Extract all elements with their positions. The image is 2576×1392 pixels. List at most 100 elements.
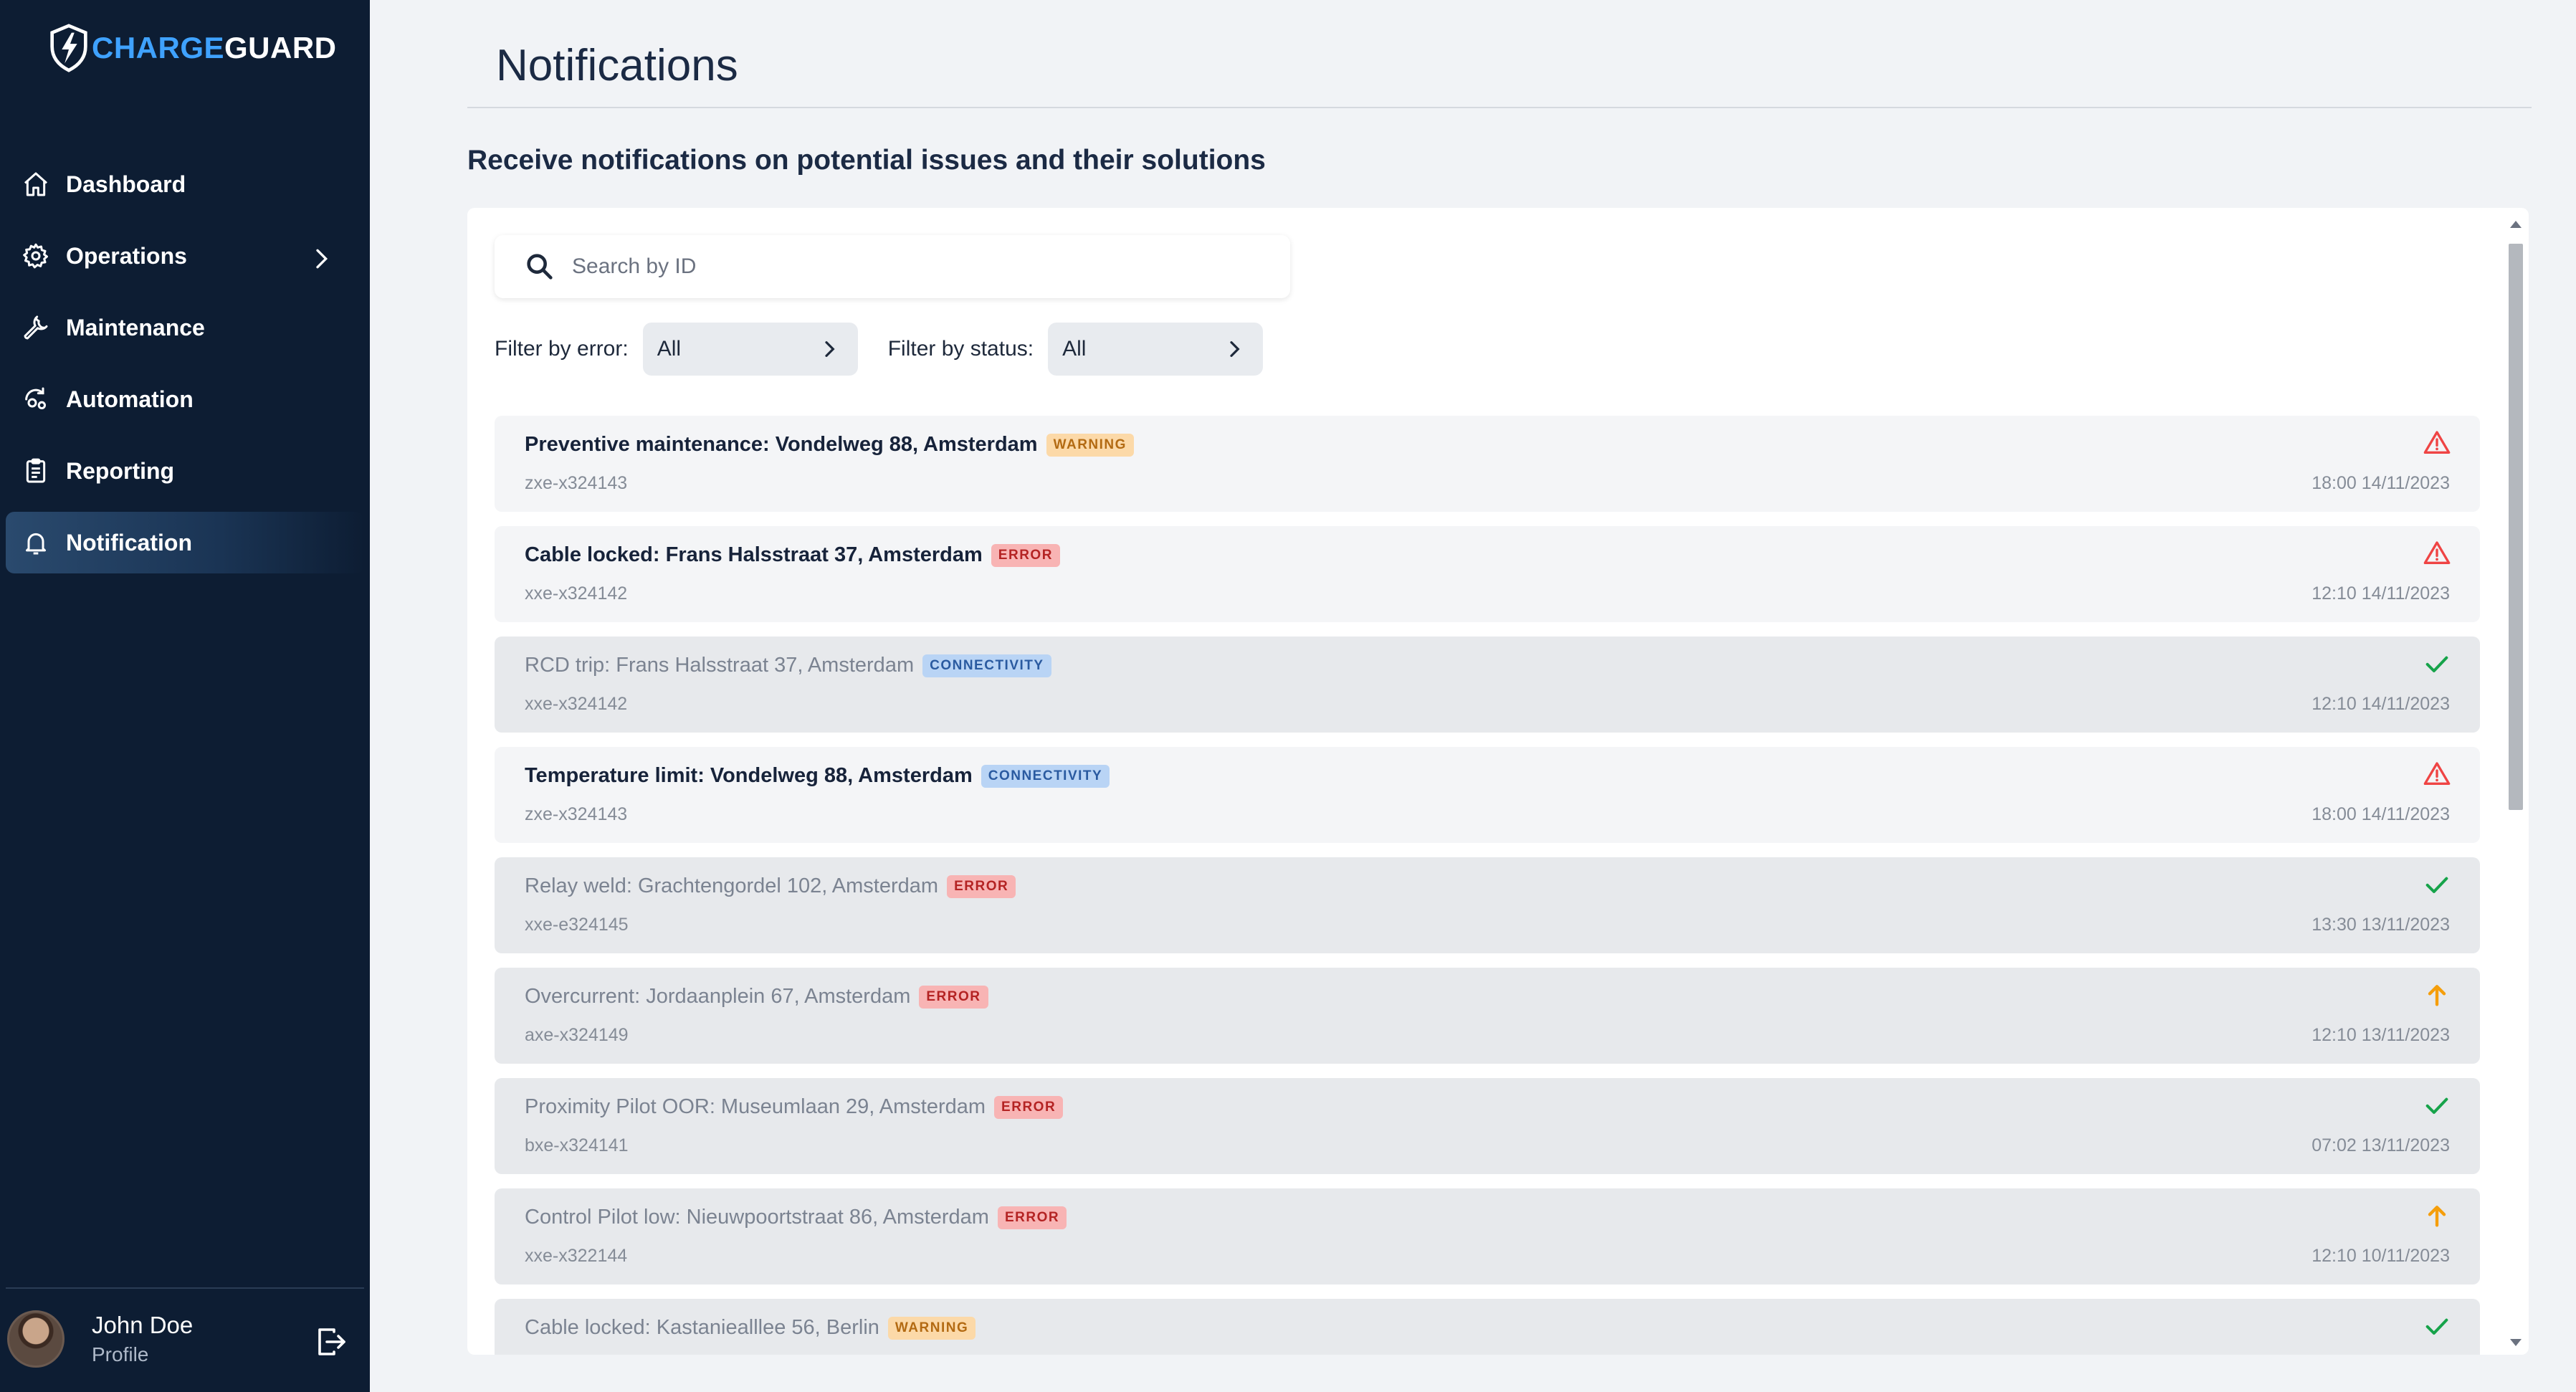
- page-subtitle: Receive notifications on potential issue…: [467, 145, 1266, 176]
- notification-timestamp: 07:02 13/11/2023: [2312, 1135, 2450, 1155]
- notification-title-line: Control Pilot low: Nieuwpoortstraat 86, …: [525, 1206, 1067, 1229]
- notification-id: xxe-x322144: [525, 1246, 628, 1266]
- user-name: John Doe: [92, 1312, 194, 1338]
- sidebar-item-automation[interactable]: Automation: [6, 368, 364, 430]
- notification-title: Control Pilot low: Nieuwpoortstraat 86, …: [525, 1206, 989, 1229]
- brand-name-part2: GUARD: [224, 31, 337, 65]
- notification-row[interactable]: Preventive maintenance: Vondelweg 88, Am…: [495, 416, 2480, 512]
- warning-triangle-icon: [2423, 762, 2451, 785]
- notification-timestamp: 12:10 14/11/2023: [2312, 583, 2450, 604]
- sidebar-divider: [6, 1287, 364, 1289]
- notification-badge: ERROR: [994, 1095, 1064, 1119]
- sidebar-item-label: Notification: [66, 529, 192, 556]
- notification-row[interactable]: Control Pilot low: Nieuwpoortstraat 86, …: [495, 1188, 2480, 1284]
- notification-title: Relay weld: Grachtengordel 102, Amsterda…: [525, 874, 939, 897]
- notification-row[interactable]: RCD trip: Frans Halsstraat 37, Amsterdam…: [495, 637, 2480, 733]
- avatar[interactable]: [7, 1310, 65, 1368]
- chevron-right-icon: [316, 249, 328, 269]
- filter-bar: Filter by error: All Filter by status: A…: [495, 323, 1293, 376]
- filter-status-label: Filter by status:: [887, 337, 1034, 361]
- sidebar-item-dashboard[interactable]: Dashboard: [6, 153, 364, 215]
- sidebar-item-label: Dashboard: [66, 171, 186, 197]
- brand-logo[interactable]: CHARGEGUARD: [47, 23, 337, 73]
- sidebar-item-notification[interactable]: Notification: [6, 512, 364, 573]
- notification-id: xxe-e324145: [525, 915, 629, 935]
- notification-row[interactable]: Temperature limit: Vondelweg 88, Amsterd…: [495, 747, 2480, 843]
- filter-status-value: All: [1062, 337, 1087, 361]
- filter-error-value: All: [657, 337, 682, 361]
- notification-title: RCD trip: Frans Halsstraat 37, Amsterdam: [525, 654, 915, 677]
- notification-badge: ERROR: [997, 1206, 1067, 1229]
- notification-row[interactable]: Cable locked: Kastaniealllee 56, Berlin W…: [495, 1299, 2480, 1355]
- automation-icon: [25, 387, 46, 409]
- notifications-panel: Filter by error: All Filter by status: A…: [467, 208, 2529, 1355]
- notification-badge: WARNING: [1046, 433, 1134, 457]
- warning-triangle-icon: [2423, 541, 2451, 564]
- notification-badge: WARNING: [887, 1316, 976, 1340]
- notification-title-line: RCD trip: Frans Halsstraat 37, Amsterdam…: [525, 654, 1051, 677]
- search-icon: [527, 254, 553, 280]
- bell-icon: [26, 533, 46, 555]
- notification-title: Proximity Pilot OOR: Museumlaan 29, Amst…: [525, 1095, 986, 1118]
- scroll-up-arrow[interactable]: [2510, 221, 2522, 228]
- sidebar-item-label: Reporting: [66, 457, 175, 484]
- notification-badge: CONNECTIVITY: [981, 764, 1110, 788]
- notification-timestamp: 18:00 14/11/2023: [2312, 804, 2450, 824]
- notification-row[interactable]: Cable locked: Frans Halsstraat 37, Amste…: [495, 526, 2480, 622]
- checkmark-icon: [2425, 656, 2448, 672]
- notification-title: Overcurrent: Jordaanplein 67, Amsterdam: [525, 985, 911, 1008]
- search-input[interactable]: [572, 254, 1217, 279]
- clipboard-icon: [26, 458, 46, 483]
- notification-badge: ERROR: [919, 985, 988, 1009]
- notification-title-line: Preventive maintenance: Vondelweg 88, Am…: [525, 433, 1134, 457]
- warning-triangle-icon: [2423, 431, 2451, 454]
- notification-timestamp: 12:10 13/11/2023: [2312, 1025, 2450, 1045]
- page-title: Notifications: [496, 41, 738, 90]
- notification-title-line: Proximity Pilot OOR: Museumlaan 29, Amst…: [525, 1095, 1064, 1119]
- checkmark-icon: [2425, 1097, 2448, 1114]
- notification-row[interactable]: Proximity Pilot OOR: Museumlaan 29, Amst…: [495, 1078, 2480, 1174]
- title-divider: [467, 107, 2532, 108]
- sidebar-item-maintenance[interactable]: Maintenance: [6, 297, 364, 358]
- search-box[interactable]: [495, 235, 1290, 298]
- notification-title: Cable locked: Frans Halsstraat 37, Amste…: [525, 543, 983, 566]
- notification-title: Cable locked: Kastaniealllee 56, Berlin: [525, 1316, 879, 1339]
- notification-title: Preventive maintenance: Vondelweg 88, Am…: [525, 433, 1038, 456]
- brand-name: CHARGEGUARD: [92, 31, 337, 65]
- notification-timestamp: 12:10 10/11/2023: [2312, 1246, 2450, 1266]
- notification-id: zxe-x324143: [525, 473, 628, 493]
- notification-id: xxe-x324142: [525, 694, 628, 714]
- notification-title: Temperature limit: Vondelweg 88, Amsterd…: [525, 764, 973, 787]
- profile-link[interactable]: Profile: [92, 1343, 193, 1366]
- notification-title-line: Relay weld: Grachtengordel 102, Amsterda…: [525, 874, 1016, 898]
- notification-row[interactable]: Relay weld: Grachtengordel 102, Amsterda…: [495, 857, 2480, 953]
- user-profile[interactable]: John Doe Profile: [7, 1303, 363, 1375]
- notification-id: axe-x324149: [525, 1025, 629, 1045]
- notification-badge: ERROR: [991, 543, 1060, 567]
- scrollbar[interactable]: [2507, 221, 2524, 1346]
- notification-title-line: Overcurrent: Jordaanplein 67, Amsterdam E…: [525, 985, 988, 1009]
- scroll-down-arrow[interactable]: [2510, 1339, 2522, 1346]
- sidebar-item-label: Automation: [66, 386, 194, 412]
- notification-timestamp: 18:00 14/11/2023: [2312, 473, 2450, 493]
- filter-status-select[interactable]: All: [1048, 323, 1264, 376]
- notification-row[interactable]: Overcurrent: Jordaanplein 67, Amsterdam E…: [495, 968, 2480, 1064]
- scroll-thumb[interactable]: [2509, 244, 2523, 810]
- sidebar-item-label: Operations: [66, 242, 187, 269]
- sidebar-item-reporting[interactable]: Reporting: [6, 440, 364, 502]
- wrench-icon: [24, 315, 48, 340]
- filter-error-select[interactable]: All: [642, 323, 858, 376]
- sidebar: CHARGEGUARD Dashboard Operations Mainten…: [0, 0, 370, 1392]
- logout-icon[interactable]: [314, 1325, 348, 1359]
- notification-badge: CONNECTIVITY: [922, 654, 1051, 677]
- chevron-right-icon: [1230, 341, 1240, 357]
- sidebar-item-label: Maintenance: [66, 314, 205, 340]
- arrow-up-icon: [2428, 1206, 2446, 1227]
- notification-list: Preventive maintenance: Vondelweg 88, Am…: [495, 416, 2480, 1355]
- notification-badge: ERROR: [947, 874, 1016, 898]
- sidebar-item-operations[interactable]: Operations: [6, 225, 364, 287]
- lightning-shield-icon: [50, 24, 87, 72]
- sidebar-nav: Dashboard Operations Maintenance Automat…: [0, 153, 370, 583]
- filter-error-label: Filter by error:: [495, 337, 629, 361]
- home-icon: [24, 172, 47, 196]
